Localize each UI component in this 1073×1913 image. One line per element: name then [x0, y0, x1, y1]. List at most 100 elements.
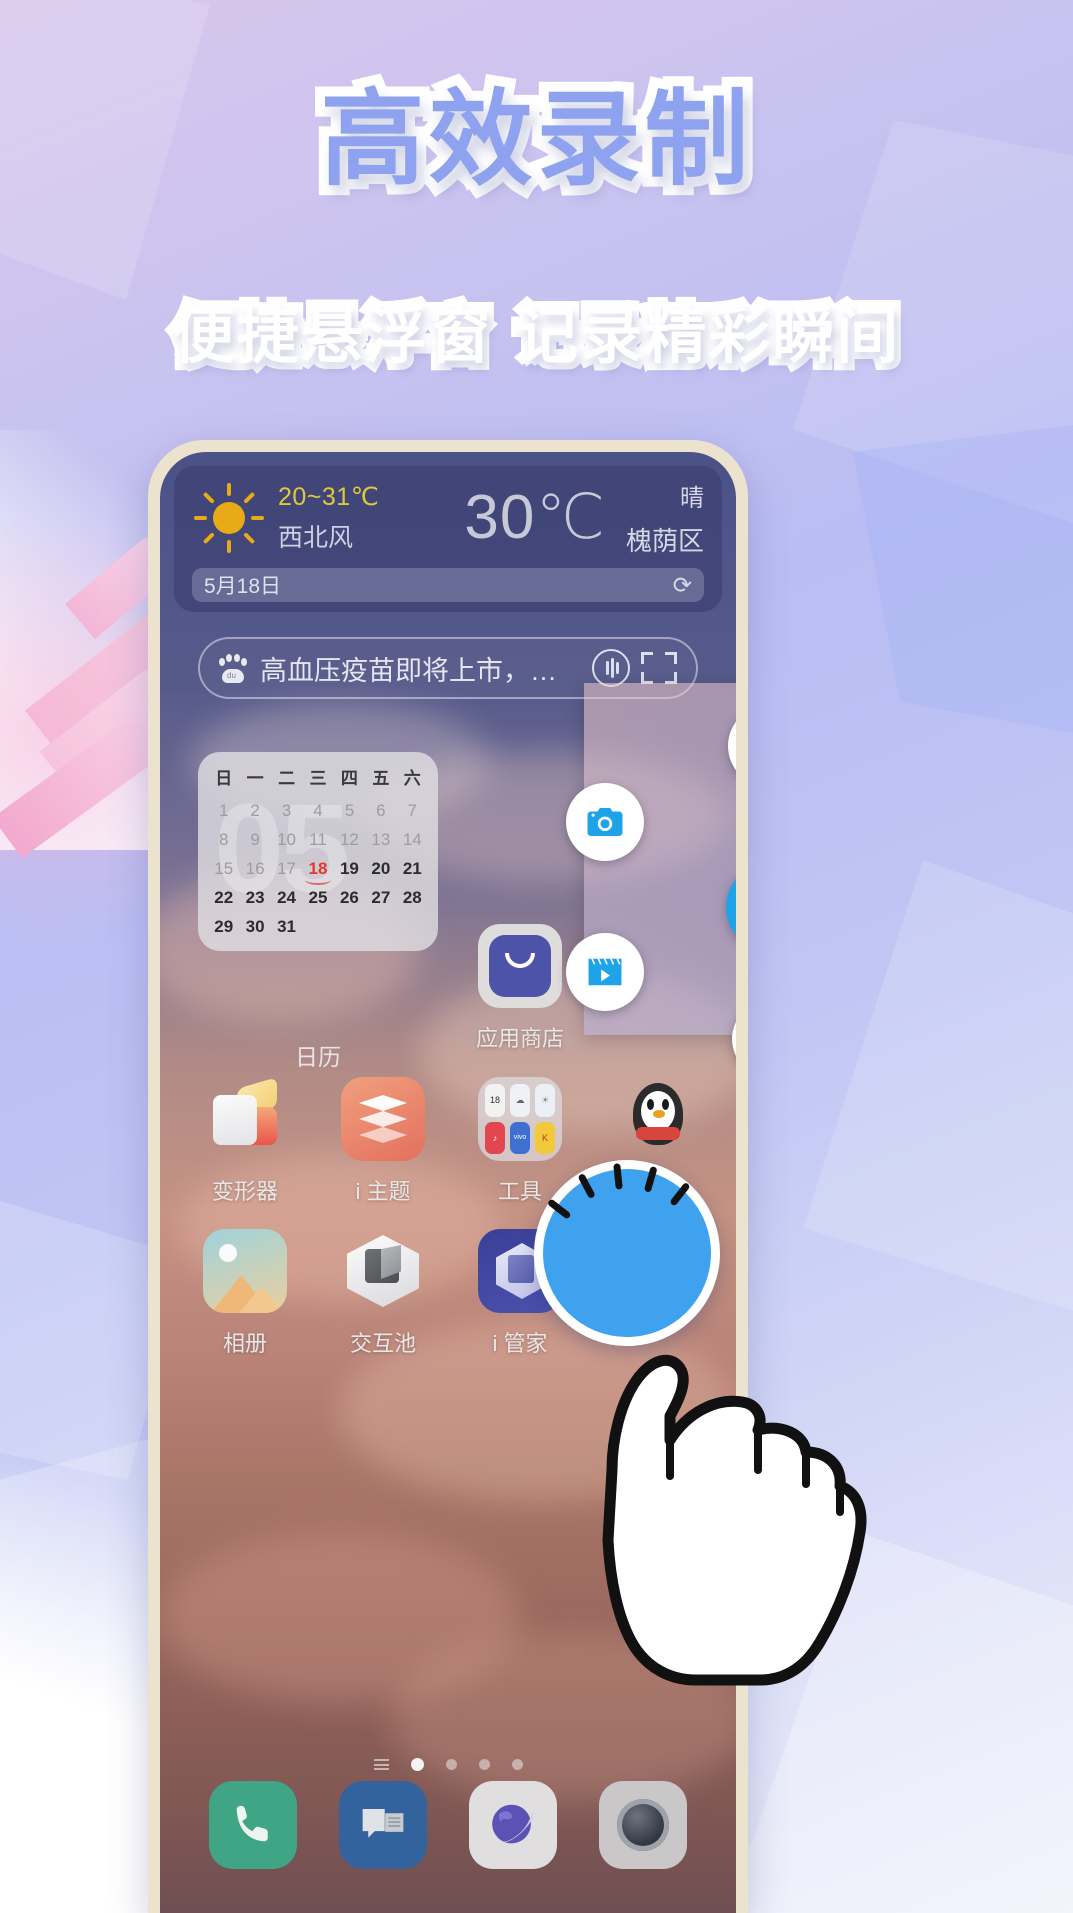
calendar-day[interactable]: 25	[302, 888, 333, 908]
calendar-day[interactable]: 28	[397, 888, 428, 908]
weather-top-row: 20~31℃ 西北风 30℃ 晴 槐荫区	[192, 478, 704, 558]
transformer-icon	[203, 1077, 287, 1161]
video-list-button[interactable]	[566, 933, 644, 1011]
calendar-widget[interactable]: 05 日一二三四五六 1 2 3 4 5 6 7 8 9 10 11 12 13 14 15 16 17 18 19 2…	[198, 752, 438, 951]
page-dot[interactable]	[410, 1758, 424, 1771]
calendar-day[interactable]: 5	[334, 801, 365, 821]
weather-widget[interactable]: 20~31℃ 西北风 30℃ 晴 槐荫区 5月18日 ⟳	[174, 466, 722, 612]
app-label: i 主题	[355, 1179, 411, 1204]
camera-app[interactable]	[599, 1781, 687, 1869]
floating-recorder-panel[interactable]	[566, 683, 736, 1077]
weather-date: 5月18日	[204, 575, 282, 598]
poster-background: 高效录制 便捷悬浮窗 记录精彩瞬间 20~31℃ 西北风 30℃ 晴 槐荫区 5…	[0, 0, 1073, 1913]
calendar-day[interactable]: 22	[208, 888, 239, 908]
message-icon	[362, 1808, 404, 1838]
messages-app[interactable]	[339, 1781, 427, 1869]
headline-block: 高效录制	[0, 68, 1073, 210]
calendar-day[interactable]: 26	[334, 888, 365, 908]
calendar-weekday: 日	[215, 769, 233, 788]
calendar-day[interactable]: 31	[271, 917, 302, 937]
calendar-day[interactable]: 9	[239, 830, 270, 850]
page-indicator	[160, 1758, 736, 1771]
decor-polygon-3	[853, 420, 1073, 740]
calendar-day[interactable]: 20	[365, 859, 396, 879]
calendar-day[interactable]: 7	[397, 801, 428, 821]
calendar-app-label: 日历	[295, 1044, 341, 1070]
album-icon	[203, 1229, 287, 1313]
page-subtitle: 便捷悬浮窗 记录精彩瞬间	[166, 292, 906, 379]
calendar-day[interactable]: 15	[208, 859, 239, 879]
weather-condition: 晴	[680, 485, 704, 512]
page-dot[interactable]	[478, 1759, 490, 1770]
calendar-day[interactable]: 24	[271, 888, 302, 908]
itheme-app[interactable]: i 主题	[328, 1077, 438, 1206]
calendar-day[interactable]: 14	[397, 830, 428, 850]
calendar-day[interactable]: 27	[365, 888, 396, 908]
page-dot[interactable]	[511, 1759, 523, 1770]
app-label: 相册	[222, 1331, 267, 1356]
calendar-weekday: 四	[340, 769, 358, 788]
calendar-day[interactable]: 29	[208, 917, 239, 937]
interaction-pool-app[interactable]: 交互池	[328, 1229, 438, 1358]
page-list-icon[interactable]	[373, 1759, 389, 1770]
phone-icon	[236, 1805, 268, 1842]
calendar-day[interactable]: 12	[334, 830, 365, 850]
browser-app[interactable]	[469, 1781, 557, 1869]
sun-icon	[192, 481, 266, 555]
hand-outline-icon	[602, 1354, 867, 1686]
clapperboard-icon	[588, 958, 622, 986]
camera-icon	[587, 808, 623, 836]
app-store-app[interactable]: 应用商店	[465, 924, 575, 1053]
calendar-day[interactable]: 1	[208, 801, 239, 821]
page-dot[interactable]	[445, 1759, 457, 1770]
interaction-pool-icon	[341, 1229, 425, 1313]
calendar-day[interactable]: 21	[397, 859, 428, 879]
calendar-day[interactable]: 8	[208, 830, 239, 850]
voice-icon[interactable]	[592, 649, 630, 687]
calendar-day[interactable]: 11	[302, 830, 333, 850]
record-dot-button[interactable]	[728, 705, 736, 787]
dock	[160, 1781, 736, 1909]
current-temperature: 30℃	[464, 487, 612, 549]
calendar-day[interactable]: 4	[302, 801, 333, 821]
refresh-icon[interactable]: ⟳	[673, 572, 692, 599]
itheme-icon	[341, 1077, 425, 1161]
calendar-day[interactable]: 19	[334, 859, 365, 879]
calendar-weekday: 三	[309, 769, 327, 788]
camera-lens-icon	[617, 1799, 669, 1851]
calendar-day[interactable]: 10	[271, 830, 302, 850]
phone-app[interactable]	[209, 1781, 297, 1869]
album-app[interactable]: 相册	[190, 1229, 300, 1358]
temp-unit: ℃	[535, 483, 606, 552]
calendar-day-today[interactable]: 18	[302, 859, 333, 879]
calendar-day[interactable]: 6	[365, 801, 396, 821]
calendar-day[interactable]: 30	[239, 917, 270, 937]
temp-range: 20~31℃	[278, 483, 380, 511]
calendar-grid: 日一二三四五六 1 2 3 4 5 6 7 8 9 10 11 12 13 14 15 16 17 18 19 20 21…	[208, 764, 428, 937]
calendar-day[interactable]: 3	[271, 801, 302, 821]
calendar-day[interactable]: 17	[271, 859, 302, 879]
app-label: 应用商店	[475, 1026, 564, 1051]
globe-icon	[492, 1804, 533, 1844]
page-title: 高效录制	[310, 68, 758, 210]
screenshot-button[interactable]	[566, 783, 644, 861]
weather-location: 槐荫区	[625, 526, 704, 556]
calendar-day[interactable]: 23	[239, 888, 270, 908]
app-store-icon	[478, 924, 562, 1008]
calendar-day[interactable]: 13	[365, 830, 396, 850]
start-record-button[interactable]	[726, 863, 736, 951]
calendar-weekday: 五	[372, 769, 390, 788]
calendar-weekday: 二	[278, 769, 296, 788]
app-label: 变形器	[211, 1179, 278, 1204]
app-label: 交互池	[349, 1331, 416, 1356]
weather-date-bar[interactable]: 5月18日 ⟳	[192, 568, 704, 602]
weather-location-block: 晴 槐荫区	[626, 478, 704, 558]
wind-direction: 西北风	[278, 524, 354, 552]
calendar-weekday: 一	[246, 769, 264, 788]
calendar-day[interactable]: 2	[239, 801, 270, 821]
transformer-app[interactable]: 变形器	[190, 1077, 300, 1206]
calendar-day[interactable]: 16	[239, 859, 270, 879]
weather-detail: 20~31℃ 西北风	[278, 482, 379, 554]
tap-hand-icon	[520, 1140, 950, 1700]
scan-icon[interactable]	[640, 649, 678, 687]
